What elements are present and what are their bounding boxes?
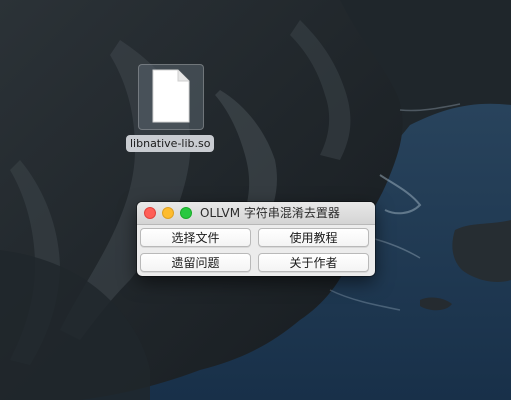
known-issues-button[interactable]: 遗留问题: [140, 253, 251, 272]
about-author-button[interactable]: 关于作者: [258, 253, 369, 272]
file-name-label: libnative-lib.so: [126, 135, 215, 152]
blank-document-icon: [152, 69, 190, 123]
window-titlebar[interactable]: OLLVM 字符串混淆去置器: [137, 202, 375, 225]
app-window: OLLVM 字符串混淆去置器 选择文件 使用教程 遗留问题 关于作者: [137, 202, 375, 276]
zoom-window-button[interactable]: [180, 207, 192, 219]
desktop-file-item[interactable]: libnative-lib.so: [124, 64, 219, 154]
select-file-button[interactable]: 选择文件: [140, 228, 251, 247]
desktop: libnative-lib.so OLLVM 字符串混淆去置器 选择文件 使用教…: [0, 0, 511, 400]
minimize-window-button[interactable]: [162, 207, 174, 219]
wallpaper-coastline: [0, 0, 511, 400]
close-window-button[interactable]: [144, 207, 156, 219]
window-title: OLLVM 字符串混淆去置器: [200, 206, 340, 220]
file-icon-selection: [138, 64, 204, 130]
usage-guide-button[interactable]: 使用教程: [258, 228, 369, 247]
